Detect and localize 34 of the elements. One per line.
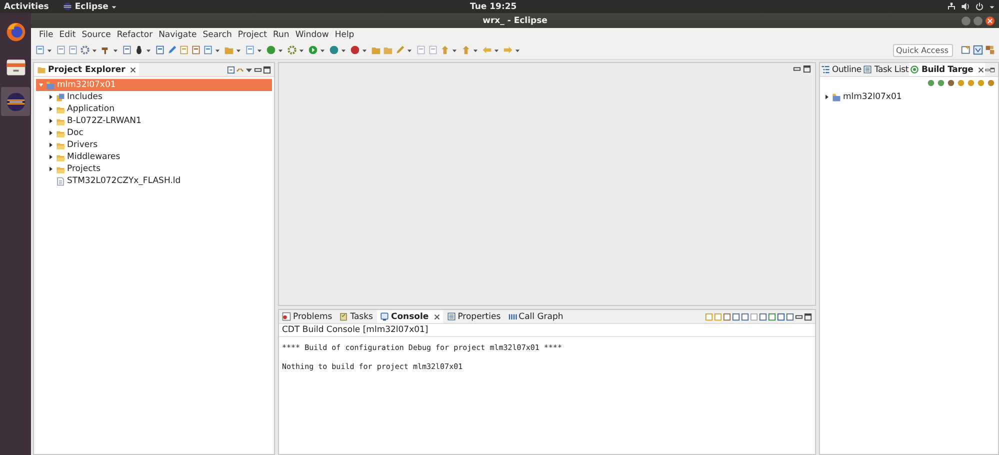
- activities-button[interactable]: Activities: [4, 2, 49, 12]
- view-tab[interactable]: Console: [376, 310, 443, 323]
- view-tab[interactable]: Task List: [862, 63, 910, 76]
- menu-item[interactable]: Help: [332, 30, 358, 40]
- menu-item[interactable]: Navigate: [156, 30, 200, 40]
- menu-item[interactable]: Refactor: [114, 30, 156, 40]
- tree-item[interactable]: STM32L072CZYx_FLASH.ld: [46, 175, 272, 187]
- view-tab[interactable]: Properties: [444, 310, 504, 323]
- menu-item[interactable]: Search: [200, 30, 235, 40]
- view-tab[interactable]: Problems: [279, 310, 336, 323]
- menu-item[interactable]: File: [36, 30, 56, 40]
- tree-item[interactable]: mlm32l07x01: [822, 91, 996, 103]
- menu-item[interactable]: Run: [270, 30, 292, 40]
- view-tab[interactable]: Build Targe: [909, 63, 986, 76]
- tree-item[interactable]: Drivers: [46, 139, 272, 151]
- menu-item[interactable]: Source: [78, 30, 114, 40]
- menu-item[interactable]: Project: [234, 30, 270, 40]
- quick-access-field[interactable]: Quick Access: [893, 44, 953, 56]
- tree-item[interactable]: B-L072Z-LRWAN1: [46, 115, 272, 127]
- tree-item[interactable]: Projects: [46, 163, 272, 175]
- view-tab[interactable]: Tasks: [336, 310, 376, 323]
- tree-item[interactable]: Application: [46, 103, 272, 115]
- view-tab[interactable]: Outline: [820, 63, 862, 76]
- menu-item[interactable]: Edit: [56, 30, 79, 40]
- tree-item[interactable]: Middlewares: [46, 151, 272, 163]
- window-title: wrx_ - Eclipse: [482, 16, 548, 26]
- view-tab[interactable]: Call Graph: [504, 310, 566, 323]
- app-menu[interactable]: Eclipse: [62, 2, 118, 12]
- menu-item[interactable]: Window: [292, 30, 332, 40]
- tree-item[interactable]: Includes: [46, 91, 272, 103]
- console-title: CDT Build Console [mlm32l07x01]: [279, 324, 815, 337]
- clock[interactable]: Tue 19:25: [470, 2, 517, 12]
- tree-item[interactable]: Doc: [46, 127, 272, 139]
- view-tab[interactable]: Project Explorer: [34, 63, 140, 76]
